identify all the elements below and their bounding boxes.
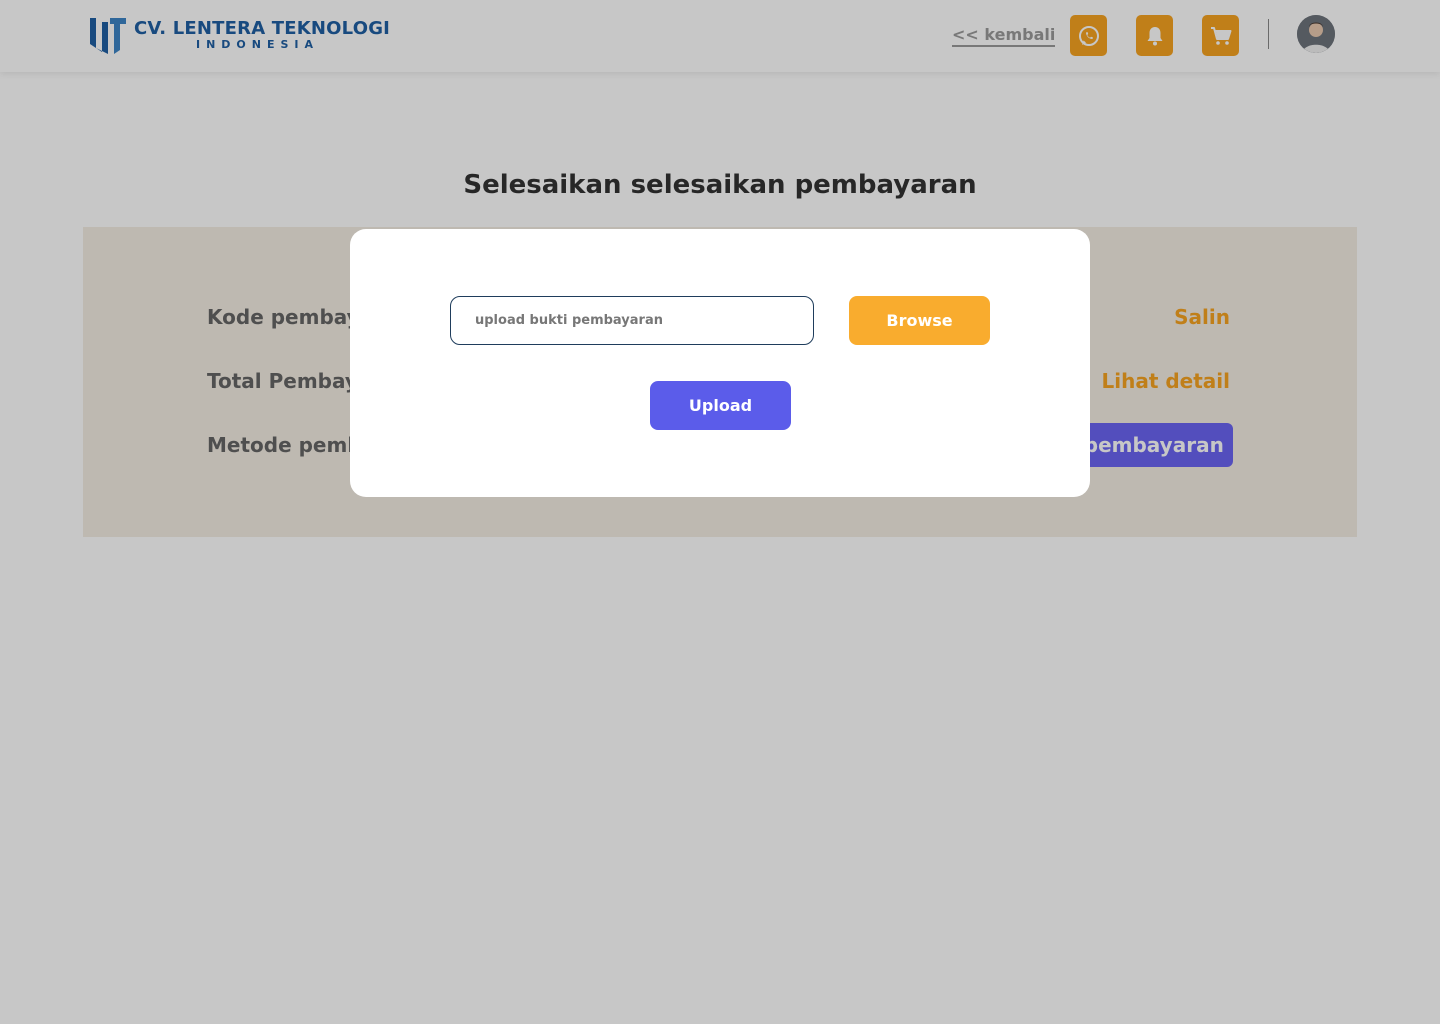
browse-button[interactable]: Browse (849, 296, 990, 345)
upload-proof-modal: Browse Upload (350, 229, 1090, 497)
modal-backdrop[interactable] (0, 0, 1440, 1024)
upload-button[interactable]: Upload (650, 381, 791, 430)
upload-proof-input[interactable] (450, 296, 814, 345)
